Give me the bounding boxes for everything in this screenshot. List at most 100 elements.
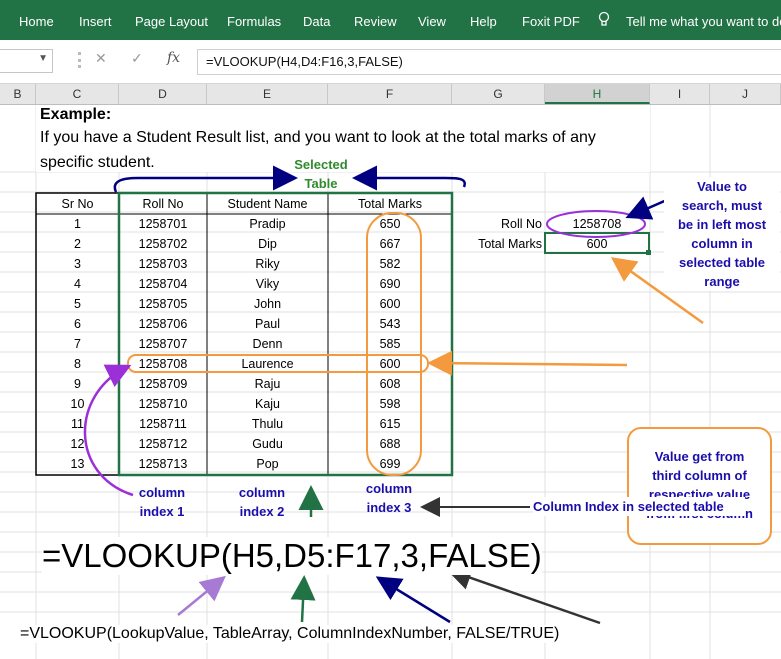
vlookup-syntax: =VLOOKUP(LookupValue, TableArray, Column… xyxy=(20,625,560,643)
table-cell[interactable]: 5 xyxy=(36,297,119,311)
table-cell[interactable]: 1258703 xyxy=(119,257,207,271)
cancel-icon[interactable]: ✕ xyxy=(95,50,107,67)
table-cell[interactable]: Pradip xyxy=(207,217,328,231)
total-marks-value[interactable]: 600 xyxy=(545,237,649,251)
selected-table-outline xyxy=(117,191,454,477)
table-cell[interactable]: 585 xyxy=(328,337,452,351)
tab-help[interactable]: Help xyxy=(470,14,497,29)
table-cell[interactable]: 7 xyxy=(36,337,119,351)
table-cell[interactable]: 1258701 xyxy=(119,217,207,231)
table-cell[interactable]: 2 xyxy=(36,237,119,251)
selected-table-brace-right xyxy=(352,165,466,191)
table-cell[interactable]: 1258705 xyxy=(119,297,207,311)
note-line: index 3 xyxy=(366,500,412,515)
tab-review[interactable]: Review xyxy=(354,14,397,29)
table-cell[interactable]: 1 xyxy=(36,217,119,231)
table-cell[interactable]: 1258708 xyxy=(119,357,207,371)
table-cell[interactable]: 667 xyxy=(328,237,452,251)
table-cell[interactable]: Laurence xyxy=(207,357,328,371)
tab-page-layout[interactable]: Page Layout xyxy=(135,14,208,29)
worksheet[interactable]: Example: If you have a Student Result li… xyxy=(0,105,781,659)
formula-input[interactable]: =VLOOKUP(H4,D4:F16,3,FALSE) xyxy=(197,49,781,75)
table-cell[interactable]: 1258712 xyxy=(119,437,207,451)
table-cell[interactable]: Viky xyxy=(207,277,328,291)
value-get-from-callout: Value get from third column of respectiv… xyxy=(627,427,772,545)
table-cell[interactable]: 1258706 xyxy=(119,317,207,331)
example-line2: specific student. xyxy=(40,154,155,171)
table-cell[interactable]: 3 xyxy=(36,257,119,271)
note-line: column xyxy=(138,485,186,500)
tab-formulas[interactable]: Formulas xyxy=(227,14,281,29)
column-header-f[interactable]: F xyxy=(328,84,452,104)
table-cell[interactable]: Paul xyxy=(207,317,328,331)
table-cell[interactable]: 1258709 xyxy=(119,377,207,391)
note-line: range xyxy=(704,274,740,289)
table-cell[interactable]: 1258711 xyxy=(119,417,207,431)
roll-no-value[interactable]: 1258708 xyxy=(545,217,649,231)
total-marks-label: Total Marks xyxy=(478,237,542,251)
table-cell[interactable]: 9 xyxy=(36,377,119,391)
table-cell[interactable]: Dip xyxy=(207,237,328,251)
table-cell[interactable]: 1258707 xyxy=(119,337,207,351)
table-cell[interactable]: 1258702 xyxy=(119,237,207,251)
table-cell[interactable]: 650 xyxy=(328,217,452,231)
tab-insert[interactable]: Insert xyxy=(79,14,112,29)
selected-table-label-line1: Selected xyxy=(294,157,348,172)
column-header-j[interactable]: J xyxy=(710,84,781,104)
table-cell[interactable]: 600 xyxy=(328,297,452,311)
tab-foxit-pdf[interactable]: Foxit PDF xyxy=(522,14,580,29)
table-cell[interactable]: Pop xyxy=(207,457,328,471)
name-box[interactable]: ▼ xyxy=(0,49,53,73)
table-cell[interactable]: Thulu xyxy=(207,417,328,431)
column-index-3-note: column index 3 xyxy=(349,479,429,517)
table-cell[interactable]: 10 xyxy=(36,397,119,411)
table-cell[interactable]: 615 xyxy=(328,417,452,431)
table-cell[interactable]: Riky xyxy=(207,257,328,271)
column-header-i[interactable]: I xyxy=(650,84,710,104)
table-cell[interactable]: 13 xyxy=(36,457,119,471)
selected-table-label: Selected Table xyxy=(284,155,358,193)
table-cell[interactable]: 582 xyxy=(328,257,452,271)
column-header-e[interactable]: E xyxy=(207,84,328,104)
column-header-b[interactable]: B xyxy=(0,84,36,104)
table-cell[interactable]: 1258704 xyxy=(119,277,207,291)
table-cell[interactable]: 6 xyxy=(36,317,119,331)
table-cell[interactable]: Gudu xyxy=(207,437,328,451)
table-cell[interactable]: 699 xyxy=(328,457,452,471)
column-header-d[interactable]: D xyxy=(119,84,207,104)
table-cell[interactable]: 8 xyxy=(36,357,119,371)
note-line: index 2 xyxy=(239,504,285,519)
table-cell[interactable]: 4 xyxy=(36,277,119,291)
table-cell[interactable]: Raju xyxy=(207,377,328,391)
note-line: Value to xyxy=(697,179,747,194)
callout-to-row-arrow xyxy=(427,350,628,376)
table-cell[interactable]: 690 xyxy=(328,277,452,291)
table-cell[interactable]: 543 xyxy=(328,317,452,331)
big-formula: =VLOOKUP(H5,D5:F17,3,FALSE) xyxy=(42,537,542,575)
chevron-down-icon[interactable]: ▼ xyxy=(38,53,48,64)
table-cell[interactable]: 608 xyxy=(328,377,452,391)
table-cell[interactable]: 688 xyxy=(328,437,452,451)
table-cell[interactable]: John xyxy=(207,297,328,311)
check-icon[interactable]: ✓ xyxy=(131,50,143,67)
table-cell[interactable]: Kaju xyxy=(207,397,328,411)
table-cell[interactable]: 12 xyxy=(36,437,119,451)
table-cell[interactable]: 11 xyxy=(36,417,119,431)
tab-data[interactable]: Data xyxy=(303,14,330,29)
example-heading: Example: xyxy=(40,106,112,123)
table-cell[interactable]: 1258710 xyxy=(119,397,207,411)
tell-me-search[interactable]: Tell me what you want to do xyxy=(626,14,781,29)
note-line: column xyxy=(238,485,286,500)
range-lookup-arrow xyxy=(446,565,601,625)
table-cell[interactable]: 1258713 xyxy=(119,457,207,471)
column-header-g[interactable]: G xyxy=(452,84,545,104)
tablearray-arrow xyxy=(290,575,316,623)
table-cell[interactable]: Denn xyxy=(207,337,328,351)
insert-function-icon[interactable]: fx xyxy=(167,50,180,66)
column-header-h[interactable]: H xyxy=(545,84,650,104)
table-cell[interactable]: 598 xyxy=(328,397,452,411)
table-cell[interactable]: 600 xyxy=(328,357,452,371)
tab-view[interactable]: View xyxy=(418,14,446,29)
column-header-c[interactable]: C xyxy=(36,84,119,104)
tab-home[interactable]: Home xyxy=(19,14,54,29)
